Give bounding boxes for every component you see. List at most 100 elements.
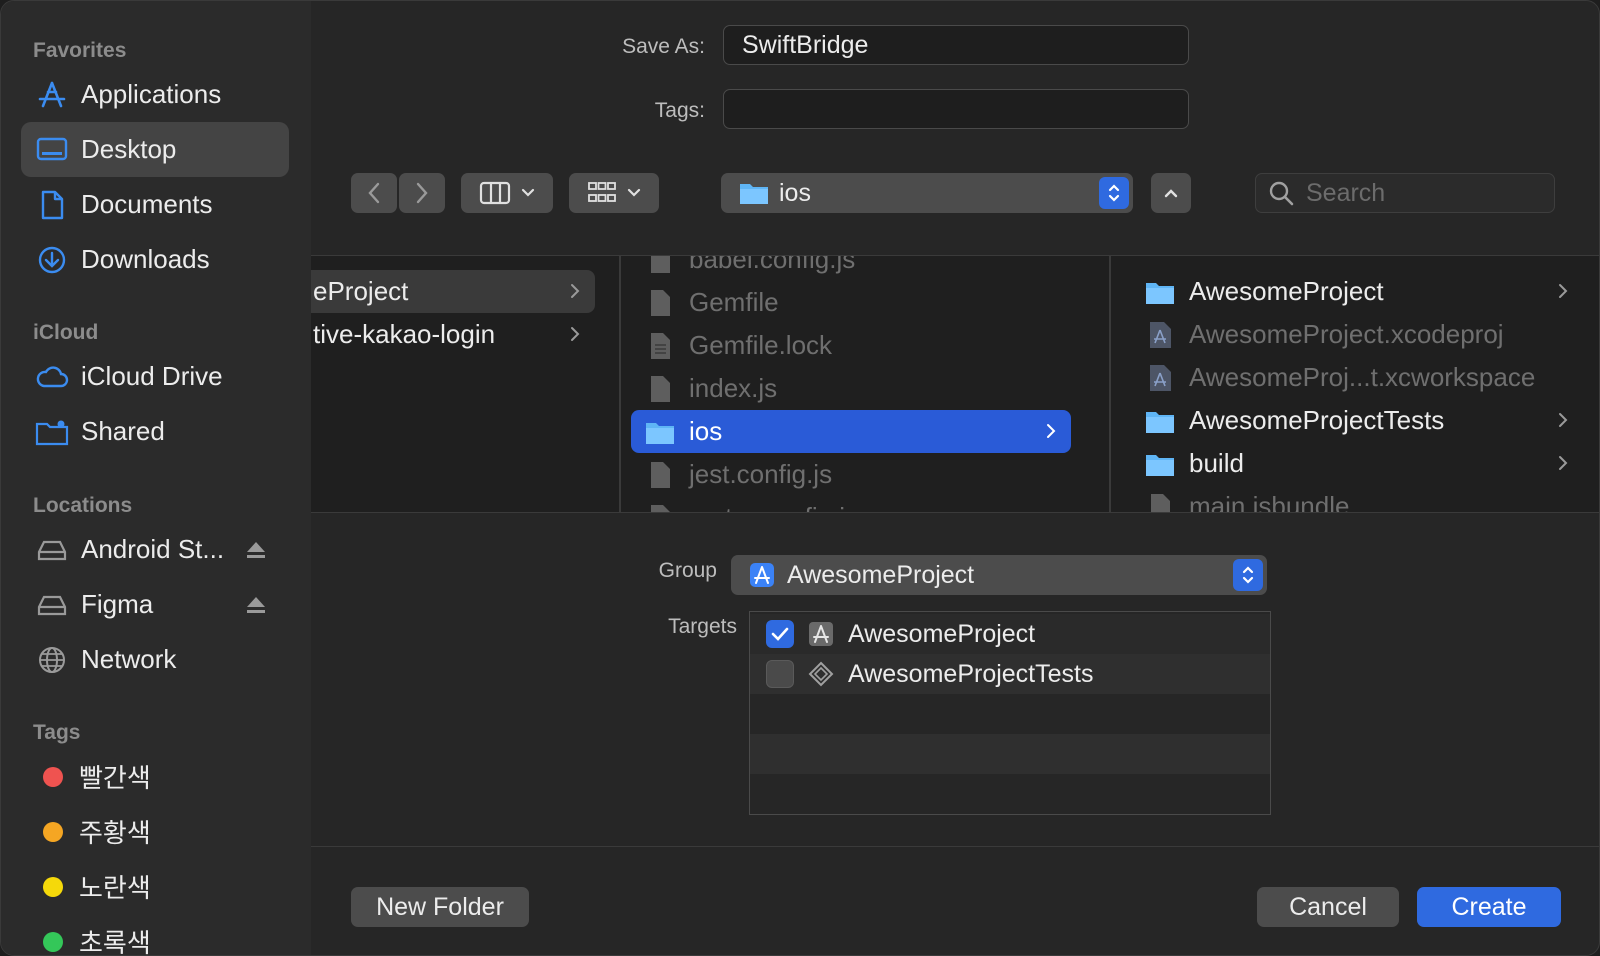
list-item[interactable]: Gemfile.lock bbox=[631, 324, 1071, 367]
sidebar-item-label: iCloud Drive bbox=[81, 361, 223, 391]
browser-column-3: AwesomeProject AwesomeProject.xcodeproj … bbox=[1111, 256, 1599, 513]
list-item[interactable]: index.js bbox=[631, 367, 1071, 410]
item-label: Gemfile bbox=[689, 287, 779, 317]
list-item[interactable]: AwesomeProject.xcodeproj bbox=[1133, 313, 1583, 356]
grid-view-icon bbox=[588, 182, 616, 202]
sidebar-tag-orange[interactable]: 주황색 bbox=[21, 804, 289, 859]
chevron-right-icon bbox=[1047, 424, 1056, 438]
list-item[interactable]: AwesomeProject bbox=[1133, 270, 1583, 313]
chevron-right-icon bbox=[571, 327, 580, 341]
sidebar-item-label: Desktop bbox=[81, 134, 177, 164]
target-checkbox[interactable] bbox=[766, 620, 794, 648]
sidebar-item-desktop[interactable]: Desktop bbox=[21, 122, 289, 177]
list-item[interactable]: metro.config.js bbox=[631, 496, 1071, 512]
item-label: metro.config.js bbox=[689, 502, 858, 512]
sidebar-item-network[interactable]: Network bbox=[21, 632, 289, 687]
sidebar-item-applications[interactable]: Applications bbox=[21, 67, 289, 122]
tags-label: Tags: bbox=[654, 99, 705, 122]
location-popup[interactable]: ios bbox=[721, 173, 1133, 213]
shared-folder-icon bbox=[35, 415, 69, 449]
drive-icon bbox=[35, 588, 69, 622]
xcworkspace-icon bbox=[1150, 364, 1171, 391]
collapse-button[interactable] bbox=[1151, 173, 1191, 213]
folder-icon bbox=[1146, 454, 1174, 476]
targets-label: Targets bbox=[668, 615, 737, 638]
js-file-icon bbox=[651, 504, 670, 512]
search-field[interactable] bbox=[1255, 173, 1555, 213]
green-tag-dot bbox=[43, 931, 63, 952]
sidebar-section-favorites: Favorites bbox=[33, 39, 127, 62]
item-label: index.js bbox=[689, 373, 778, 403]
xcodeproj-icon bbox=[1150, 321, 1171, 348]
search-input[interactable] bbox=[1306, 178, 1536, 208]
xcode-app-icon bbox=[750, 563, 774, 587]
item-label: main.jsbundle bbox=[1189, 491, 1350, 513]
list-item[interactable]: ios bbox=[631, 410, 1071, 453]
view-mode-button[interactable] bbox=[461, 173, 553, 213]
group-label: Group bbox=[658, 559, 717, 582]
sidebar-item-shared[interactable]: Shared bbox=[21, 404, 289, 459]
back-button[interactable] bbox=[351, 173, 397, 213]
target-row[interactable]: AwesomeProjectTests bbox=[750, 654, 1270, 694]
sidebar-tag-red[interactable]: 빨간색 bbox=[21, 749, 289, 804]
sidebar-item-label: 주황색 bbox=[79, 818, 151, 848]
browser-column-1: eProject tive-kakao-login bbox=[311, 256, 619, 512]
chevron-down-icon bbox=[627, 188, 641, 197]
list-item[interactable]: AwesomeProjectTests bbox=[1133, 399, 1583, 442]
sidebar-item-figma[interactable]: Figma bbox=[21, 577, 289, 632]
target-row[interactable]: AwesomeProject bbox=[750, 614, 1270, 654]
yellow-tag-dot bbox=[43, 876, 63, 897]
sidebar-item-documents[interactable]: Documents bbox=[21, 177, 289, 232]
cloud-icon bbox=[35, 360, 69, 394]
folder-icon bbox=[1146, 282, 1174, 304]
group-by-button[interactable] bbox=[569, 173, 659, 213]
cancel-button[interactable]: Cancel bbox=[1257, 887, 1399, 927]
list-item[interactable]: jest.config.js bbox=[631, 453, 1071, 496]
chevron-up-icon bbox=[1164, 189, 1178, 198]
applications-icon bbox=[35, 78, 69, 112]
bottom-separator bbox=[311, 846, 1599, 847]
create-button[interactable]: Create bbox=[1417, 887, 1561, 927]
save-as-field[interactable]: SwiftBridge bbox=[723, 25, 1189, 65]
folder-icon bbox=[646, 422, 674, 444]
sidebar-section-locations: Locations bbox=[33, 494, 133, 517]
list-item[interactable]: babel.config.js bbox=[631, 256, 1071, 281]
test-target-icon bbox=[808, 661, 834, 687]
tags-field[interactable] bbox=[723, 89, 1189, 129]
item-label: babel.config.js bbox=[689, 256, 856, 274]
item-label: Gemfile.lock bbox=[689, 330, 833, 360]
eject-icon[interactable] bbox=[245, 539, 267, 561]
drive-icon bbox=[35, 533, 69, 567]
item-label: AwesomeProj...t.xcworkspace bbox=[1189, 362, 1536, 392]
sidebar-item-label: Downloads bbox=[81, 244, 210, 274]
forward-button[interactable] bbox=[399, 173, 445, 213]
target-label: AwesomeProjectTests bbox=[848, 659, 1094, 688]
folder-icon bbox=[740, 184, 768, 204]
target-checkbox[interactable] bbox=[766, 660, 794, 688]
eject-icon[interactable] bbox=[245, 594, 267, 616]
list-item[interactable]: eProject bbox=[311, 270, 595, 313]
list-item[interactable]: build bbox=[1133, 442, 1583, 485]
orange-tag-dot bbox=[43, 821, 63, 842]
new-folder-button[interactable]: New Folder bbox=[351, 887, 529, 927]
list-item[interactable]: main.jsbundle bbox=[1133, 485, 1583, 513]
browser-column-2: babel.config.js Gemfile Gemfile.lock ind… bbox=[621, 256, 1101, 512]
sidebar-tag-yellow[interactable]: 노란색 bbox=[21, 859, 289, 914]
list-item[interactable]: AwesomeProj...t.xcworkspace bbox=[1133, 356, 1583, 399]
checkmark-icon bbox=[771, 627, 789, 641]
targets-table: AwesomeProject AwesomeProjectTests bbox=[749, 611, 1271, 815]
item-label: build bbox=[1189, 448, 1244, 478]
sidebar-tag-green[interactable]: 초록색 bbox=[21, 914, 289, 956]
item-label: AwesomeProjectTests bbox=[1189, 405, 1445, 435]
sidebar-item-label: 초록색 bbox=[79, 928, 151, 956]
list-item[interactable]: tive-kakao-login bbox=[311, 313, 595, 356]
globe-icon bbox=[35, 643, 69, 677]
item-label: AwesomeProject bbox=[1189, 276, 1384, 306]
sidebar-item-label: 빨간색 bbox=[79, 763, 151, 793]
list-item[interactable]: Gemfile bbox=[631, 281, 1071, 324]
group-popup[interactable]: AwesomeProject bbox=[731, 555, 1267, 595]
sidebar-item-android-studio[interactable]: Android St... bbox=[21, 522, 289, 577]
js-file-icon bbox=[651, 256, 670, 273]
sidebar-item-icloud-drive[interactable]: iCloud Drive bbox=[21, 349, 289, 404]
sidebar-item-downloads[interactable]: Downloads bbox=[21, 232, 289, 287]
